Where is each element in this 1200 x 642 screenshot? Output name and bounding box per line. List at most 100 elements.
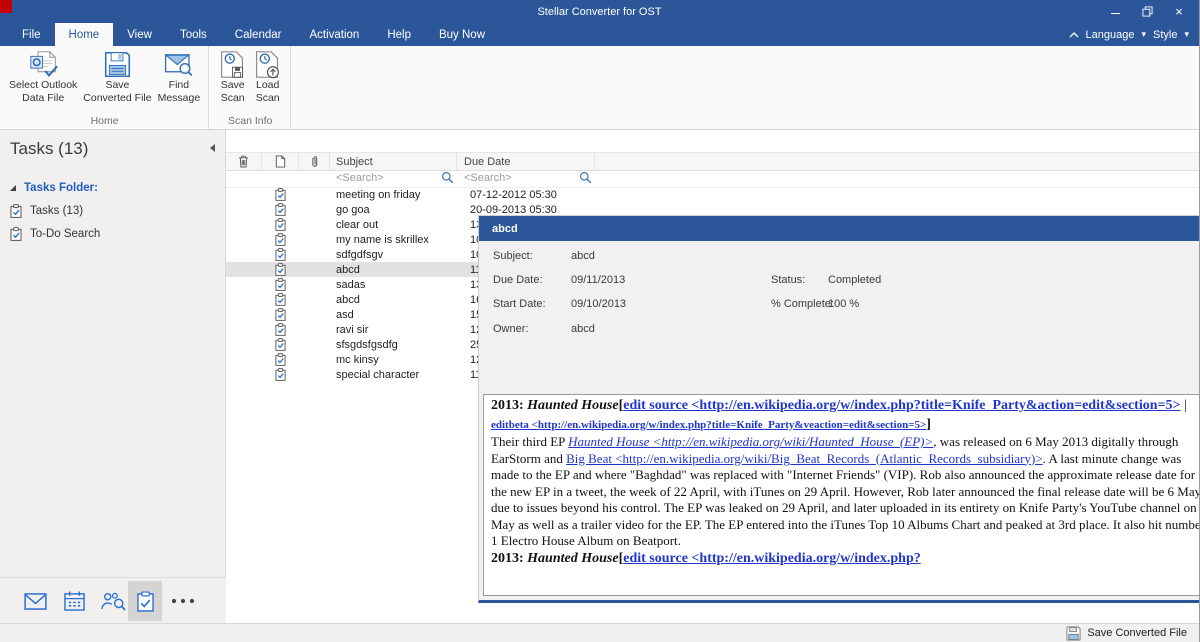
paperclip-icon (309, 155, 320, 168)
menu-tab-bar: FileHomeViewToolsCalendarActivationHelpB… (0, 23, 1199, 46)
subject-cell: abcd (330, 294, 463, 306)
restore-button[interactable] (1131, 0, 1163, 23)
task-icon (275, 353, 286, 366)
start-date-label: Start Date: (493, 298, 546, 310)
title-bar[interactable]: Stellar Converter for OST (0, 0, 1199, 23)
app-window: Stellar Converter for OST × FileHomeView… (0, 0, 1200, 642)
table-row[interactable]: meeting on friday07-12-2012 05:30 (226, 187, 1200, 202)
outlook-file-icon (29, 50, 58, 79)
folder-tree: Tasks Folder: Tasks (13) To-Do Search (0, 165, 225, 243)
tab-calendar[interactable]: Calendar (221, 23, 296, 46)
language-menu[interactable]: Language (1086, 29, 1135, 41)
column-empty (595, 153, 1200, 170)
text-segment: 2013: (491, 551, 527, 566)
chevron-up-icon[interactable] (1069, 32, 1079, 38)
text-segment: ] (926, 417, 931, 432)
nav-contacts-search-button[interactable] (96, 581, 130, 621)
body-paragraph: Their third EP Haunted House <http://en.… (491, 434, 1200, 550)
tab-tools[interactable]: Tools (166, 23, 221, 46)
tab-view[interactable]: View (113, 23, 166, 46)
task-icon (275, 338, 286, 351)
subject-cell: go goa (330, 204, 463, 216)
due-date-value: 09/11/2013 (571, 274, 625, 286)
wiki-link[interactable]: Haunted House <http://en.wikipedia.org/w… (568, 434, 933, 449)
ribbon: Select OutlookData FileSaveConverted Fil… (0, 46, 1199, 130)
sidebar: Tasks (13) Tasks Folder: Tasks (13) To-Do… (0, 130, 226, 623)
due-date-label: Due Date: (493, 274, 543, 286)
wiki-link[interactable]: editbeta <http://en.wikipedia.org/w/inde… (491, 419, 926, 431)
column-delete[interactable] (226, 153, 262, 170)
nav-calendar-button[interactable] (57, 581, 91, 621)
recording-marker (0, 0, 12, 13)
wiki-link[interactable]: edit source <http://en.wikipedia.org/w/i… (623, 398, 1180, 413)
trash-icon (238, 155, 249, 168)
ellipsis-icon (171, 598, 195, 604)
tree-item-tasks-13[interactable]: Tasks (13) (0, 202, 225, 220)
load-scan-button[interactable]: LoadScan (250, 48, 285, 106)
wiki-link[interactable]: Big Beat <http://en.wikipedia.org/wiki/B… (566, 451, 1043, 466)
nav-more-button[interactable] (166, 581, 200, 621)
column-attachment[interactable] (299, 153, 330, 170)
subject-cell: sdfgdfsgv (330, 249, 463, 261)
restore-icon (1142, 6, 1153, 17)
find-message-icon (164, 50, 193, 79)
column-due-date[interactable]: Due Date (457, 153, 595, 170)
select-outlook-data-file-button[interactable]: Select OutlookData File (6, 48, 80, 106)
sidebar-header: Tasks (13) (0, 130, 225, 165)
subject-cell: clear out (330, 219, 463, 231)
tab-file[interactable]: File (8, 23, 55, 46)
save-scan-button[interactable]: SaveScan (215, 48, 250, 106)
dialog-title-bar[interactable]: abcd (479, 216, 1200, 241)
task-icon (275, 248, 286, 261)
due-date-search-input[interactable]: <Search> (457, 169, 595, 187)
text-segment: | (1180, 398, 1186, 413)
style-menu[interactable]: Style (1153, 29, 1177, 41)
subject-cell: my name is skrillex (330, 234, 463, 246)
expander-icon[interactable] (10, 185, 16, 191)
subject-cell: meeting on friday (330, 189, 463, 201)
calendar-icon (64, 591, 85, 611)
wiki-link[interactable]: edit source <http://en.wikipedia.org/w/i… (623, 551, 920, 566)
nav-tasks-button[interactable] (128, 581, 162, 621)
nav-mail-button[interactable] (18, 581, 52, 621)
subject-cell: mc kinsy (330, 354, 463, 366)
ribbon-group-label: Scan Info (215, 114, 285, 129)
task-icon (275, 263, 286, 276)
tasks-nav-icon (137, 591, 154, 612)
subject-cell: sadas (330, 279, 463, 291)
task-body-text: 2013: Haunted House[edit source <http://… (483, 394, 1200, 596)
task-icon (275, 323, 286, 336)
body-heading: 2013: Haunted House[edit source <http://… (491, 397, 1200, 434)
search-icon[interactable] (441, 171, 454, 184)
minimize-button[interactable] (1099, 0, 1131, 23)
document-icon (275, 155, 286, 168)
task-icon (275, 293, 286, 306)
task-icon (275, 203, 286, 216)
column-item-type[interactable] (262, 153, 299, 170)
app-title: Stellar Converter for OST (537, 6, 661, 18)
subject-cell: abcd (330, 264, 463, 276)
tab-help[interactable]: Help (373, 23, 425, 46)
status-value: Completed (828, 274, 881, 286)
body-heading-repeat: 2013: Haunted House[edit source <http://… (491, 550, 1200, 569)
search-icon[interactable] (579, 171, 592, 184)
table-search-row: <Search> <Search> (226, 169, 1200, 188)
tree-root-tasks-folder[interactable]: Tasks Folder: (0, 179, 225, 197)
subject-value: abcd (571, 250, 595, 262)
subject-cell: ravi sir (330, 324, 463, 336)
task-detail-dialog: abcd Subject: abcd Due Date: 09/11/2013 … (478, 215, 1200, 603)
find-message-button[interactable]: FindMessage (155, 48, 204, 106)
tab-activation[interactable]: Activation (295, 23, 373, 46)
column-subject[interactable]: Subject (330, 153, 457, 170)
save-converted-file-button[interactable]: SaveConverted File (80, 48, 154, 106)
close-button[interactable]: × (1163, 0, 1195, 23)
tab-home[interactable]: Home (55, 23, 114, 46)
tab-buy-now[interactable]: Buy Now (425, 23, 499, 46)
subject-cell: sfsgdsfgsdfg (330, 339, 463, 351)
tree-item-to-do-search[interactable]: To-Do Search (0, 225, 225, 243)
people-search-icon (100, 591, 126, 611)
subject-search-input[interactable]: <Search> (330, 169, 457, 187)
collapse-pane-icon[interactable] (210, 144, 215, 152)
save-converted-file-status[interactable]: Save Converted File (1087, 627, 1187, 639)
subject-cell: asd (330, 309, 463, 321)
